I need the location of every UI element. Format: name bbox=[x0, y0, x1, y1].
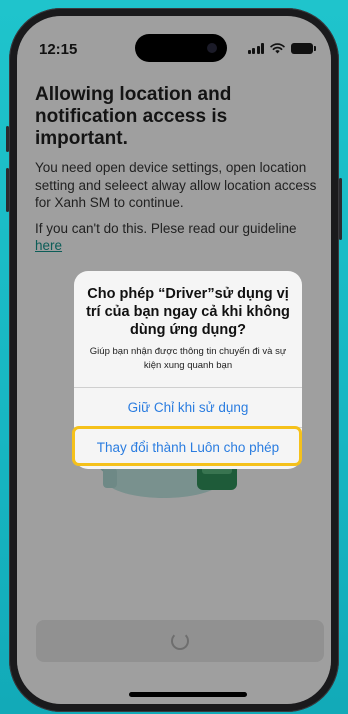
keep-while-using-button[interactable]: Giữ Chỉ khi sử dụng bbox=[74, 389, 302, 427]
alert-title: Cho phép “Driver”sử dụng vị trí của bạn … bbox=[86, 286, 290, 338]
home-indicator bbox=[129, 692, 247, 697]
alert-divider-1 bbox=[74, 387, 302, 388]
side-button-left-2 bbox=[6, 168, 9, 212]
status-icons bbox=[247, 43, 316, 54]
signal-icon bbox=[247, 43, 264, 54]
side-button-right bbox=[339, 178, 342, 240]
battery-icon bbox=[291, 43, 316, 54]
phone-frame: 12:15 Allowing location and notification… bbox=[6, 8, 342, 712]
wifi-icon bbox=[270, 43, 285, 54]
alert-message: Giúp bạn nhận được thông tin chuyến đi v… bbox=[89, 346, 287, 371]
screen: 12:15 Allowing location and notification… bbox=[17, 16, 331, 704]
camera-icon bbox=[207, 43, 217, 53]
side-button-left-1 bbox=[6, 126, 9, 152]
status-time: 12:15 bbox=[39, 41, 78, 58]
highlight-frame bbox=[72, 426, 302, 466]
dynamic-island bbox=[135, 34, 227, 62]
status-bar: 12:15 bbox=[17, 16, 331, 70]
